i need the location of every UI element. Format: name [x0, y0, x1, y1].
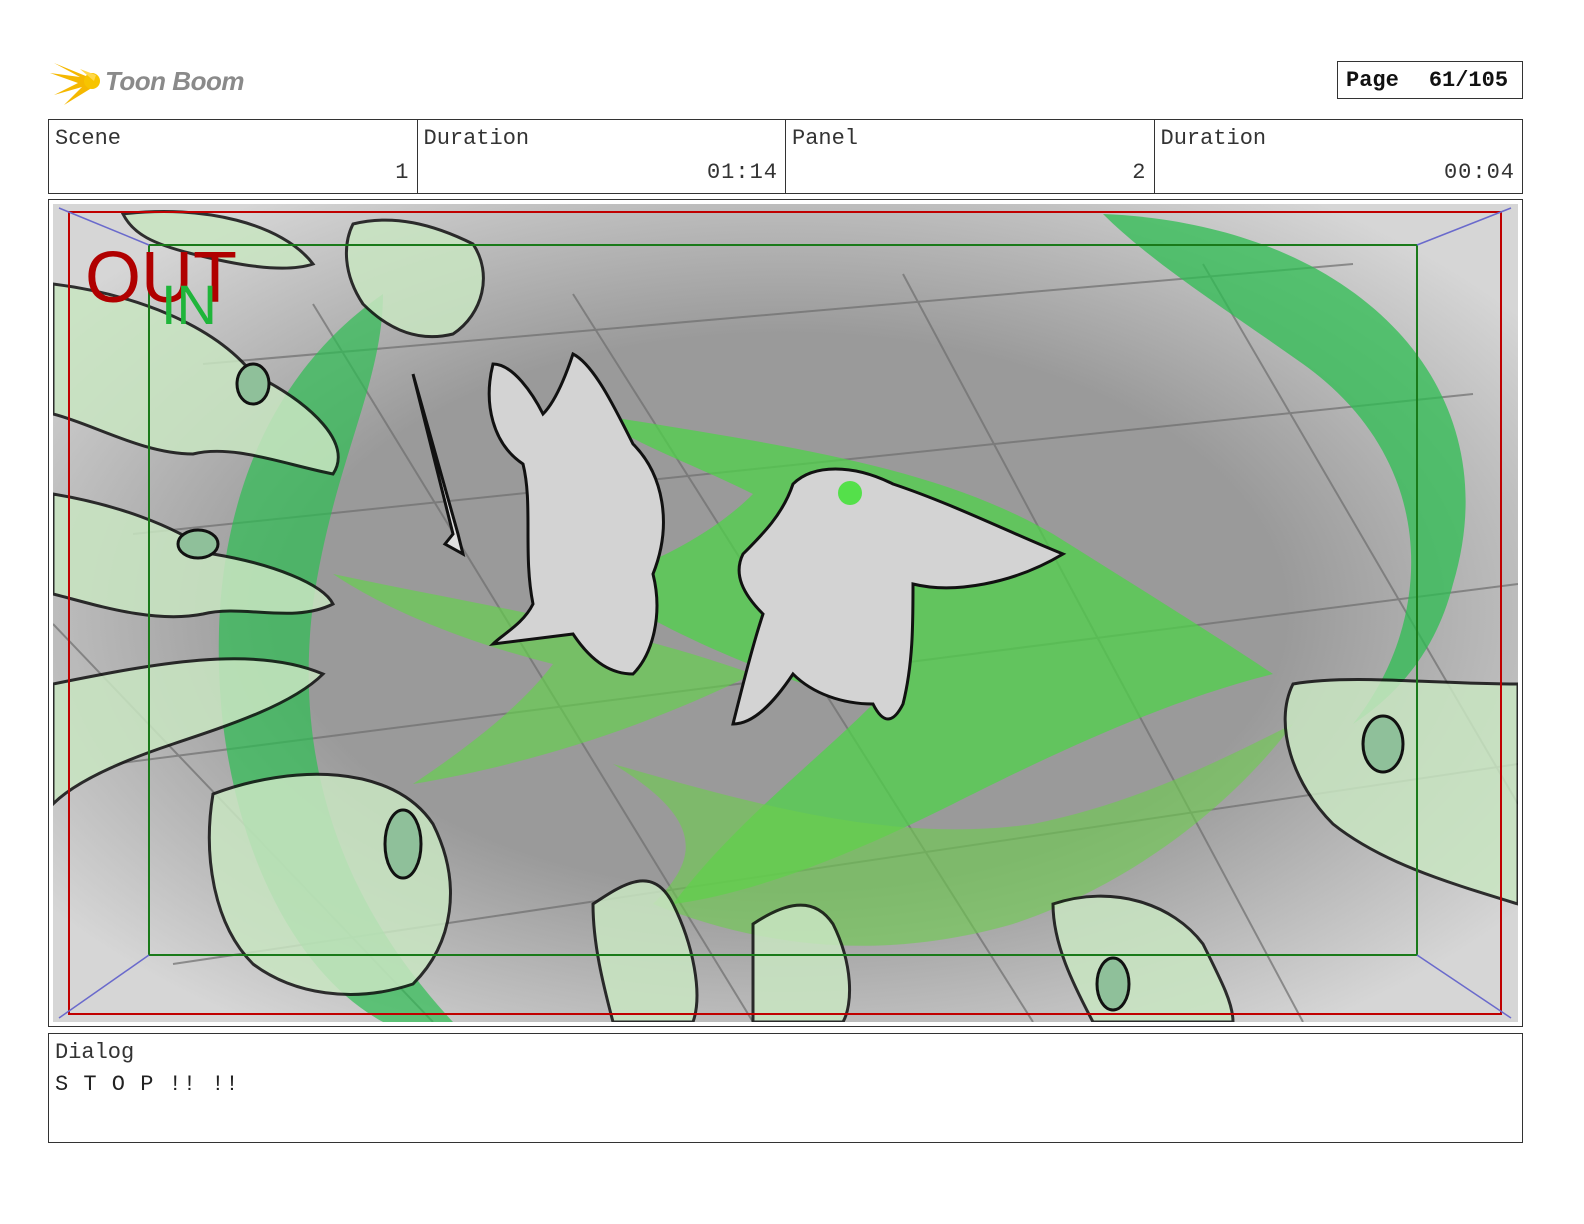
magic-glow [838, 481, 862, 505]
in-label: IN [161, 273, 217, 336]
panel-cell: Panel 2 [786, 120, 1155, 193]
storyboard-panel: OUT IN [48, 199, 1523, 1027]
dialog-label: Dialog [55, 1040, 135, 1065]
panel-value: 2 [1132, 160, 1147, 185]
panel-info-row: Scene 1 Duration 01:14 Panel 2 Duration … [48, 119, 1523, 194]
brand-name: Toon Boom [105, 66, 244, 96]
scene-label: Scene [55, 126, 122, 151]
scene-duration-label: Duration [423, 126, 530, 151]
page-label: Page [1346, 67, 1399, 93]
panel-duration-cell: Duration 00:04 [1155, 120, 1523, 193]
panel-duration-label: Duration [1160, 126, 1267, 151]
panel-label: Panel [792, 126, 859, 151]
panel-duration-value: 00:04 [1443, 160, 1515, 185]
page-indicator: Page 61/105 [1337, 61, 1523, 99]
scene-duration-value: 01:14 [706, 160, 778, 185]
scene-value: 1 [395, 160, 410, 185]
scene-cell: Scene 1 [49, 120, 418, 193]
page-number: 61/105 [1428, 67, 1509, 93]
dialog-text: S T O P !! !! [55, 1072, 240, 1097]
scene-duration-cell: Duration 01:14 [418, 120, 786, 193]
panel-artwork: OUT IN [53, 204, 1518, 1022]
dialog-box: Dialog S T O P !! !! [48, 1033, 1523, 1143]
